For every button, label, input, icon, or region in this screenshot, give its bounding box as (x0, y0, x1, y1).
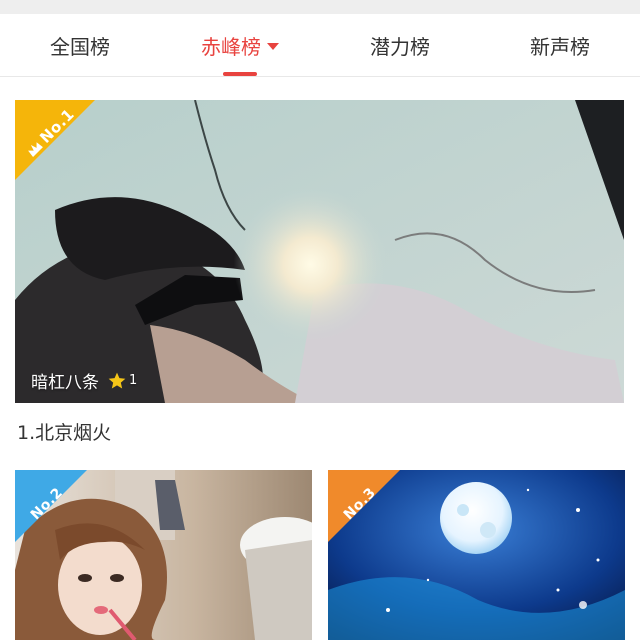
song-title[interactable]: 1.北京烟火 (17, 418, 111, 445)
star-count: 1 (129, 373, 138, 388)
singer-cover-image (15, 100, 624, 403)
tab-label: 新声榜 (530, 34, 590, 59)
tab-new-voice-ranking[interactable]: 新声榜 (480, 14, 640, 76)
tab-label: 全国榜 (50, 34, 110, 59)
active-tab-indicator (223, 72, 257, 76)
tab-chifeng-ranking[interactable]: 赤峰榜 (160, 14, 320, 76)
ranking-card-2[interactable]: No.2 (15, 470, 312, 640)
tab-label: 赤峰榜 (201, 34, 261, 59)
tab-potential-ranking[interactable]: 潜力榜 (320, 14, 480, 76)
tab-label: 潜力榜 (370, 34, 430, 59)
ranking-card-1[interactable]: No.1 暗杠八条 1 (15, 100, 624, 403)
ranking-tab-bar: 全国榜 赤峰榜 潜力榜 新声榜 (0, 14, 640, 77)
singer-name: 暗杠八条 (31, 373, 99, 393)
dropdown-caret-icon[interactable] (267, 42, 279, 50)
status-strip (0, 0, 640, 14)
star-icon (108, 372, 126, 388)
ranking-card-3[interactable]: No.3 (328, 470, 625, 640)
tab-national-ranking[interactable]: 全国榜 (0, 14, 160, 76)
crown-icon (27, 142, 43, 158)
star-rating: 1 (107, 371, 137, 391)
singer-caption: 暗杠八条 1 (31, 368, 137, 393)
